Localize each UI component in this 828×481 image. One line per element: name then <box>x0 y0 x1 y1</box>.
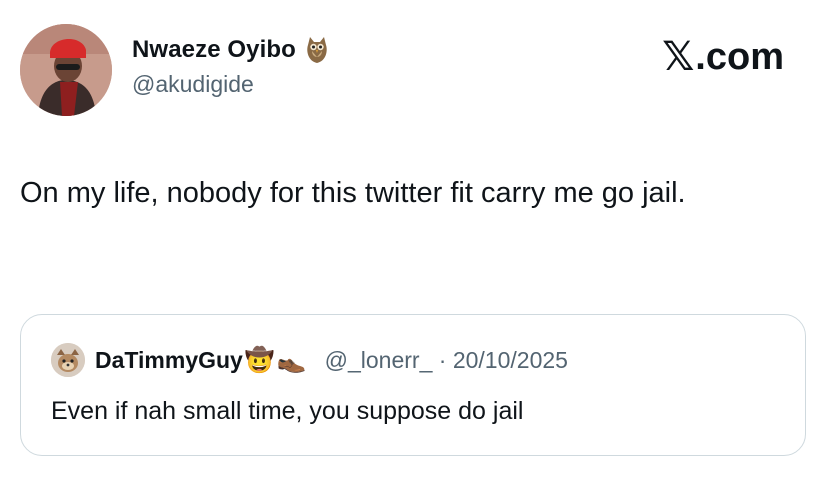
tweet-text: On my life, nobody for this twitter fit … <box>20 177 686 209</box>
meta-separator: · <box>438 346 447 373</box>
quoted-display-name[interactable]: DaTimmyGuy <box>95 347 243 374</box>
tweet-header: Nwaeze Oyibo @akudigide <box>20 24 330 116</box>
quoted-tweet-text: Even if nah small time, you suppose do j… <box>51 397 524 425</box>
quoted-handle-text[interactable]: @_lonerr_ <box>325 347 433 373</box>
owl-icon <box>304 35 330 65</box>
author-avatar[interactable] <box>20 24 112 116</box>
quoted-avatar-image <box>51 343 85 377</box>
quoted-handle: @_lonerr_ · 20/10/2025 <box>325 347 568 374</box>
tweet-card: Nwaeze Oyibo @akudigide 𝕏 .com On my lif… <box>0 0 828 481</box>
brand-label: 𝕏 .com <box>662 34 784 80</box>
avatar-image <box>20 24 112 116</box>
brand-suffix: .com <box>695 35 784 78</box>
quoted-author-avatar[interactable] <box>51 343 85 377</box>
x-logo-icon: 𝕏 <box>662 34 695 80</box>
author-names: Nwaeze Oyibo @akudigide <box>132 35 330 98</box>
author-handle[interactable]: @akudigide <box>132 71 330 98</box>
quoted-date[interactable]: 20/10/2025 <box>453 347 568 373</box>
shoe-icon: 👞 <box>276 346 307 374</box>
author-display-name[interactable]: Nwaeze Oyibo <box>132 36 296 64</box>
cowboy-hat-face-icon: 🤠 <box>244 346 275 374</box>
display-name-row: Nwaeze Oyibo <box>132 35 330 65</box>
quoted-tweet-header: DaTimmyGuy 🤠 👞 @_lonerr_ · 20/10/2025 <box>51 343 568 377</box>
quoted-tweet[interactable]: DaTimmyGuy 🤠 👞 @_lonerr_ · 20/10/2025 Ev… <box>20 314 806 456</box>
